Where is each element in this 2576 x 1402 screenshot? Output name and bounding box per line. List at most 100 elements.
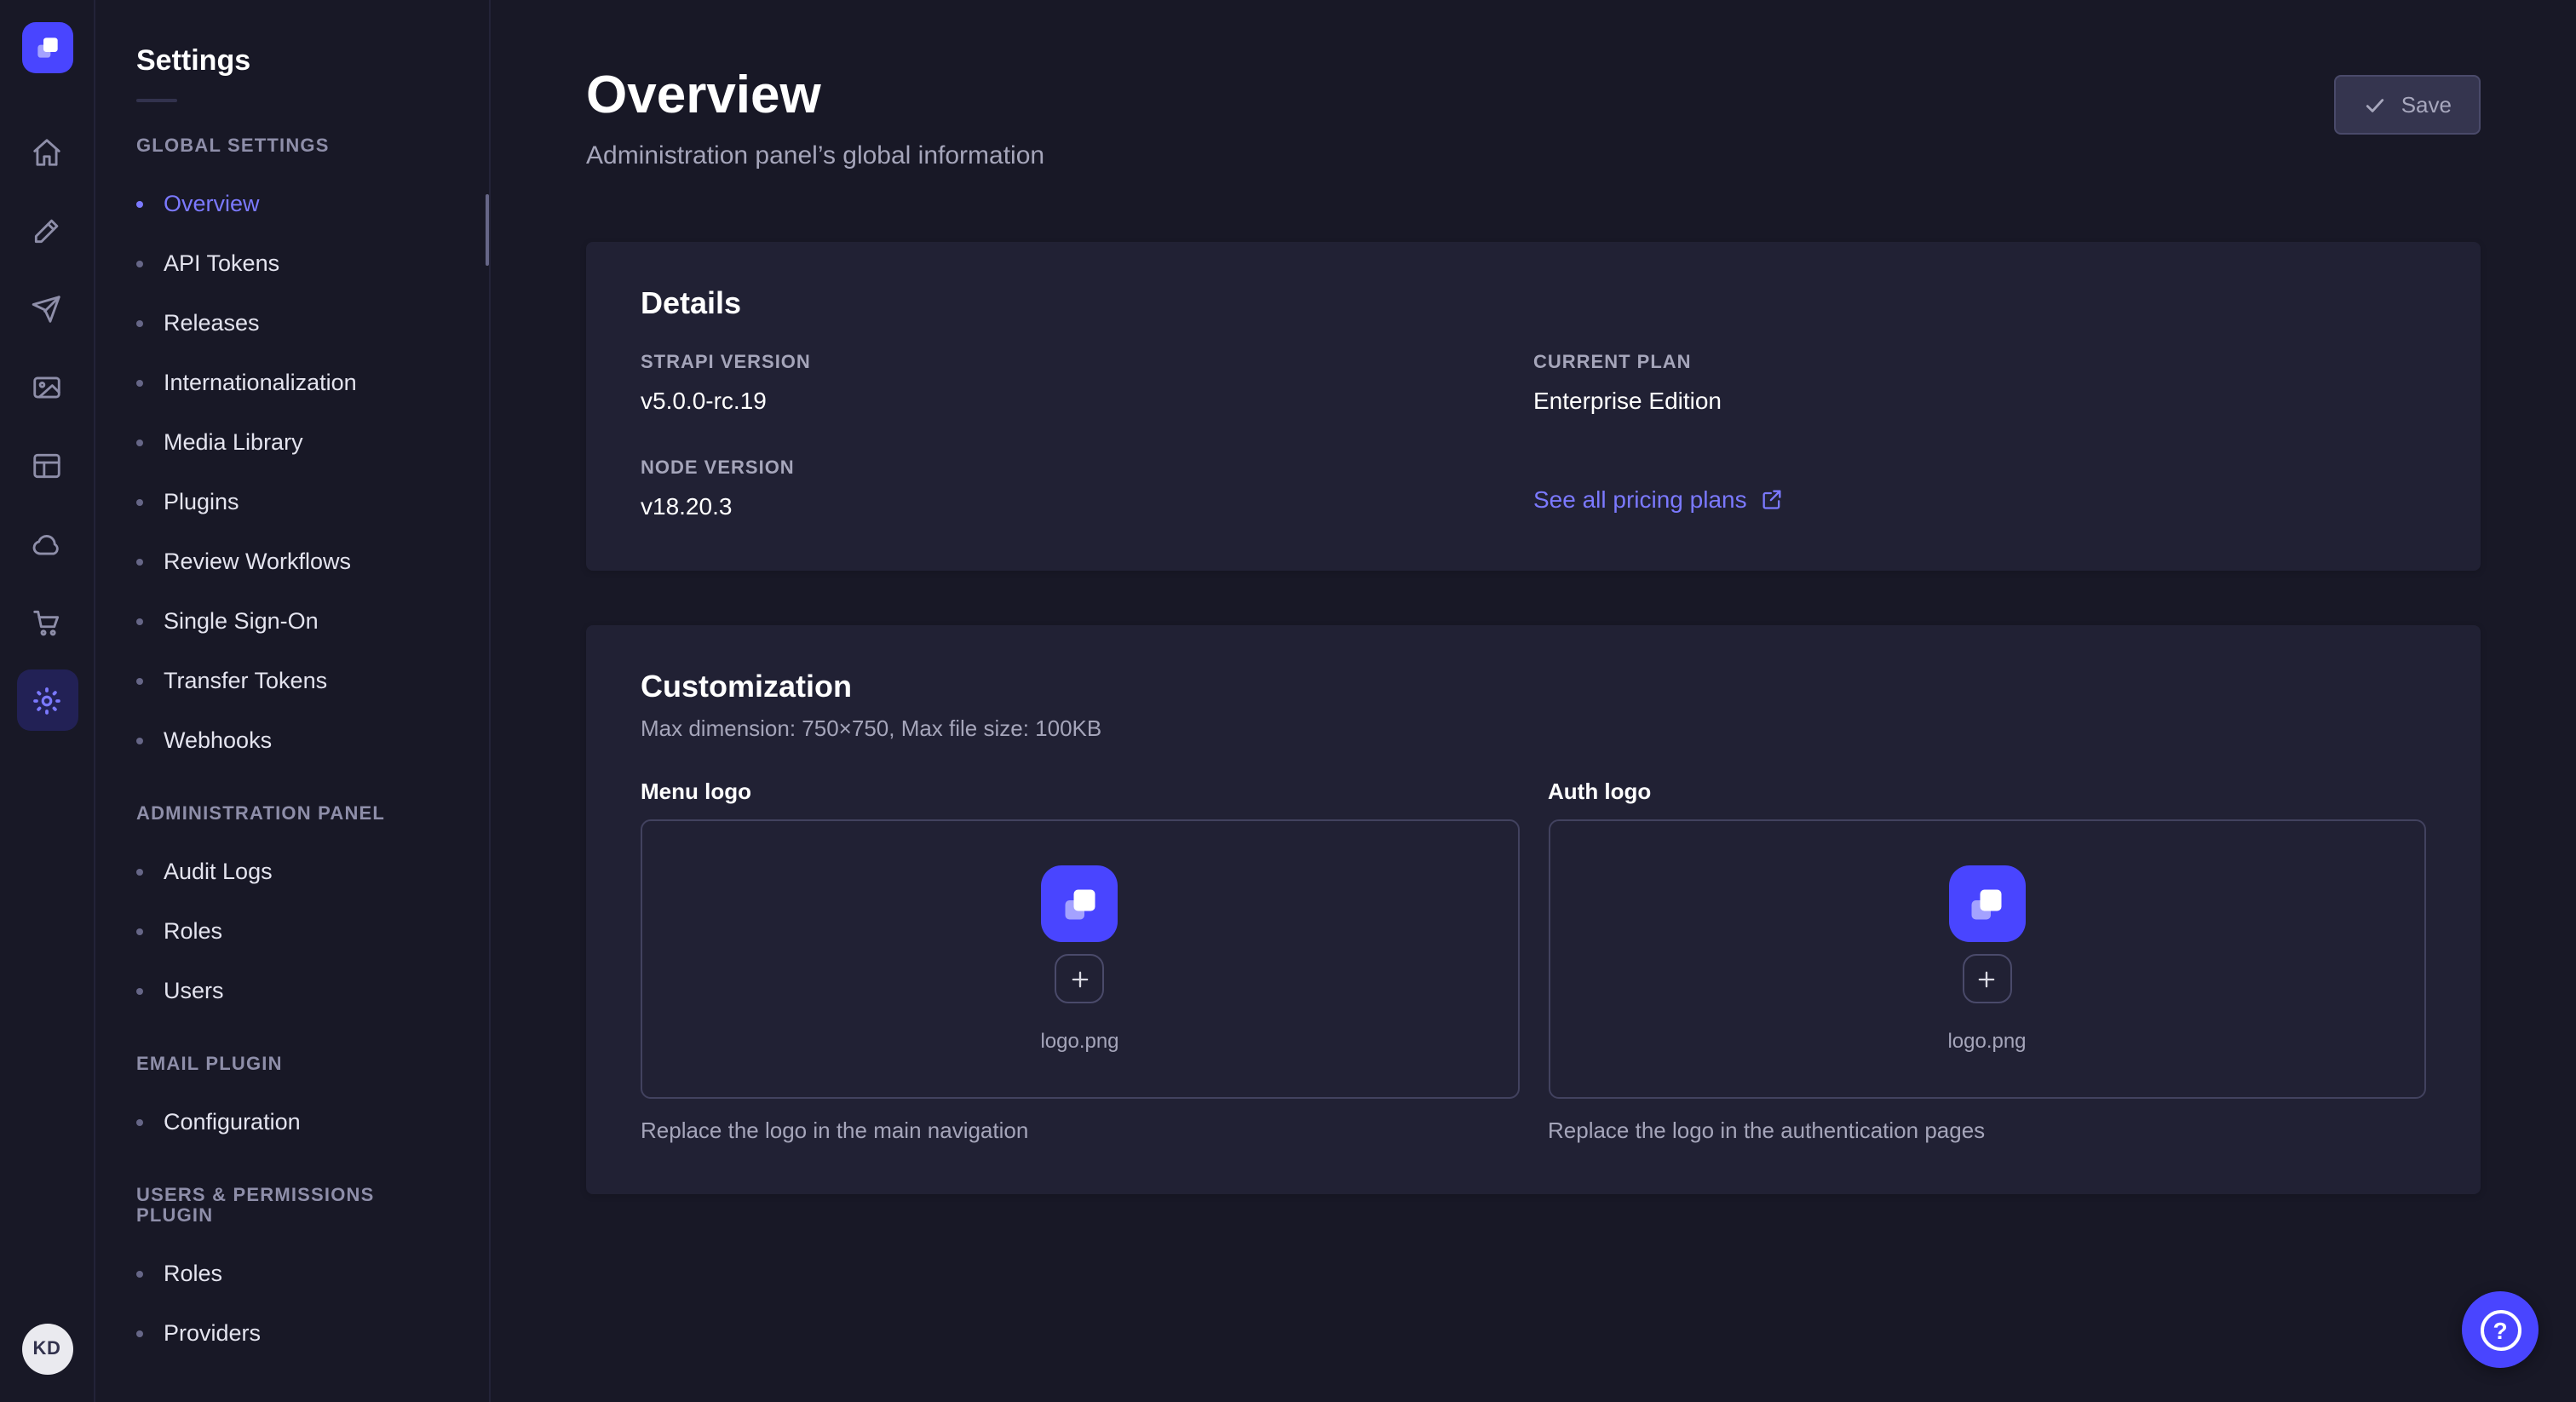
auth-logo-dropzone[interactable]: logo.png bbox=[1548, 819, 2426, 1099]
sidebar-item-label: Roles bbox=[164, 918, 222, 944]
sidebar-item-label: Releases bbox=[164, 310, 260, 336]
uploads-grid: Menu logo logo.png Replac bbox=[641, 779, 2426, 1143]
page-header-text: Overview Administration panel’s global i… bbox=[586, 65, 1044, 170]
sidebar-item-label: Overview bbox=[164, 191, 260, 216]
menu-logo-upload: Menu logo logo.png Replac bbox=[641, 779, 1519, 1143]
settings-sidebar-title: Settings bbox=[136, 44, 448, 78]
sidebar-item-label: Internationalization bbox=[164, 370, 357, 395]
current-plan-field: CURRENT PLAN Enterprise Edition bbox=[1533, 353, 2426, 414]
plus-icon bbox=[1975, 967, 1999, 991]
bullet-dot bbox=[136, 1270, 143, 1277]
bullet-dot bbox=[136, 319, 143, 326]
sidebar-item-providers[interactable]: Providers bbox=[95, 1303, 489, 1363]
bullet-dot bbox=[136, 987, 143, 994]
sidebar-item-review-workflows[interactable]: Review Workflows bbox=[95, 531, 489, 591]
current-plan-label: CURRENT PLAN bbox=[1533, 353, 2426, 373]
paper-plane-icon[interactable] bbox=[16, 278, 78, 339]
question-mark-icon: ? bbox=[2480, 1309, 2521, 1350]
sidebar-item-label: Single Sign-On bbox=[164, 608, 319, 634]
bullet-dot bbox=[136, 260, 143, 267]
current-plan-value: Enterprise Edition bbox=[1533, 387, 2426, 414]
pen-icon[interactable] bbox=[16, 199, 78, 261]
sidebar-item-admin-roles[interactable]: Roles bbox=[95, 901, 489, 961]
sidebar-item-configuration[interactable]: Configuration bbox=[95, 1092, 489, 1152]
bullet-dot bbox=[136, 928, 143, 934]
bullet-dot bbox=[136, 618, 143, 624]
sidebar-item-label: Roles bbox=[164, 1261, 222, 1286]
sidebar-item-up-roles[interactable]: Roles bbox=[95, 1244, 489, 1303]
customization-card-subtitle: Max dimension: 750×750, Max file size: 1… bbox=[641, 715, 2426, 741]
sidebar-scrollbar-thumb[interactable] bbox=[486, 194, 489, 266]
customization-card-title: Customization bbox=[641, 669, 2426, 705]
sidebar-item-single-sign-on[interactable]: Single Sign-On bbox=[95, 591, 489, 651]
strapi-version-label: STRAPI VERSION bbox=[641, 353, 1533, 373]
menu-logo-dropzone[interactable]: logo.png bbox=[641, 819, 1519, 1099]
sidebar-item-label: Plugins bbox=[164, 489, 239, 514]
cart-icon[interactable] bbox=[16, 591, 78, 652]
details-left-column: STRAPI VERSION v5.0.0-rc.19 NODE VERSION… bbox=[641, 353, 1533, 520]
auth-logo-filename: logo.png bbox=[1947, 1029, 2026, 1053]
section-label: GLOBAL SETTINGS bbox=[136, 136, 448, 157]
bullet-dot bbox=[136, 200, 143, 207]
bullet-dot bbox=[136, 558, 143, 565]
avatar[interactable]: KD bbox=[21, 1324, 72, 1375]
bullet-dot bbox=[136, 868, 143, 875]
strapi-logo-icon bbox=[1055, 878, 1106, 929]
bullet-dot bbox=[136, 1118, 143, 1125]
page-subtitle: Administration panel’s global informatio… bbox=[586, 141, 1044, 170]
section-label: USERS & PERMISSIONS PLUGIN bbox=[136, 1186, 448, 1227]
sidebar-item-transfer-tokens[interactable]: Transfer Tokens bbox=[95, 651, 489, 710]
app-root: KD Settings GLOBAL SETTINGS Overview API… bbox=[0, 0, 2576, 1402]
sidebar-item-label: Review Workflows bbox=[164, 549, 351, 574]
details-card: Details STRAPI VERSION v5.0.0-rc.19 NODE… bbox=[586, 242, 2481, 571]
strapi-version-field: STRAPI VERSION v5.0.0-rc.19 bbox=[641, 353, 1533, 414]
cloud-icon[interactable] bbox=[16, 513, 78, 574]
auth-logo-preview bbox=[1949, 865, 2026, 942]
plus-icon bbox=[1068, 967, 1092, 991]
help-button[interactable]: ? bbox=[2462, 1291, 2539, 1368]
sidebar-item-label: Media Library bbox=[164, 429, 303, 455]
sidebar-item-audit-logs[interactable]: Audit Logs bbox=[95, 842, 489, 901]
sidebar-item-media-library[interactable]: Media Library bbox=[95, 412, 489, 472]
details-right-column: CURRENT PLAN Enterprise Edition See all … bbox=[1533, 353, 2426, 520]
sidebar-section-users-permissions-plugin: USERS & PERMISSIONS PLUGIN Roles Provide… bbox=[95, 1186, 489, 1363]
auth-logo-upload: Auth logo logo.png Replac bbox=[1548, 779, 2426, 1143]
strapi-version-value: v5.0.0-rc.19 bbox=[641, 387, 1533, 414]
strapi-logo-icon bbox=[1962, 878, 2013, 929]
sidebar-item-label: Providers bbox=[164, 1320, 261, 1346]
menu-logo-hint: Replace the logo in the main navigation bbox=[641, 1118, 1519, 1143]
sidebar-item-plugins[interactable]: Plugins bbox=[95, 472, 489, 531]
menu-logo-filename: logo.png bbox=[1040, 1029, 1118, 1053]
layout-icon[interactable] bbox=[16, 434, 78, 496]
sidebar-item-users[interactable]: Users bbox=[95, 961, 489, 1020]
save-button[interactable]: Save bbox=[2335, 75, 2481, 135]
bullet-dot bbox=[136, 498, 143, 505]
sidebar-item-webhooks[interactable]: Webhooks bbox=[95, 710, 489, 770]
node-version-field: NODE VERSION v18.20.3 bbox=[641, 458, 1533, 520]
menu-logo-add-button[interactable] bbox=[1055, 954, 1105, 1003]
pricing-plans-link[interactable]: See all pricing plans bbox=[1533, 486, 1785, 513]
home-icon[interactable] bbox=[16, 121, 78, 182]
auth-logo-label: Auth logo bbox=[1548, 779, 2426, 804]
customization-card: Customization Max dimension: 750×750, Ma… bbox=[586, 625, 2481, 1194]
strapi-logo-icon bbox=[30, 31, 64, 65]
gear-icon[interactable] bbox=[16, 669, 78, 731]
strapi-logo[interactable] bbox=[21, 22, 72, 73]
external-link-icon bbox=[1761, 487, 1785, 511]
sidebar-item-releases[interactable]: Releases bbox=[95, 293, 489, 353]
sidebar-item-label: Users bbox=[164, 978, 224, 1003]
page-title: Overview bbox=[586, 65, 1044, 126]
bullet-dot bbox=[136, 737, 143, 744]
settings-title-divider bbox=[136, 99, 177, 102]
sidebar-item-overview[interactable]: Overview bbox=[95, 174, 489, 233]
rail-icon-list bbox=[16, 121, 78, 731]
save-button-label: Save bbox=[2401, 92, 2452, 118]
sidebar-section-email-plugin: EMAIL PLUGIN Configuration bbox=[95, 1054, 489, 1152]
sidebar-item-internationalization[interactable]: Internationalization bbox=[95, 353, 489, 412]
media-library-icon[interactable] bbox=[16, 356, 78, 417]
auth-logo-add-button[interactable] bbox=[1963, 954, 2012, 1003]
check-icon bbox=[2364, 93, 2388, 117]
sidebar-item-api-tokens[interactable]: API Tokens bbox=[95, 233, 489, 293]
node-version-label: NODE VERSION bbox=[641, 458, 1533, 479]
page-header: Overview Administration panel’s global i… bbox=[586, 65, 2481, 170]
